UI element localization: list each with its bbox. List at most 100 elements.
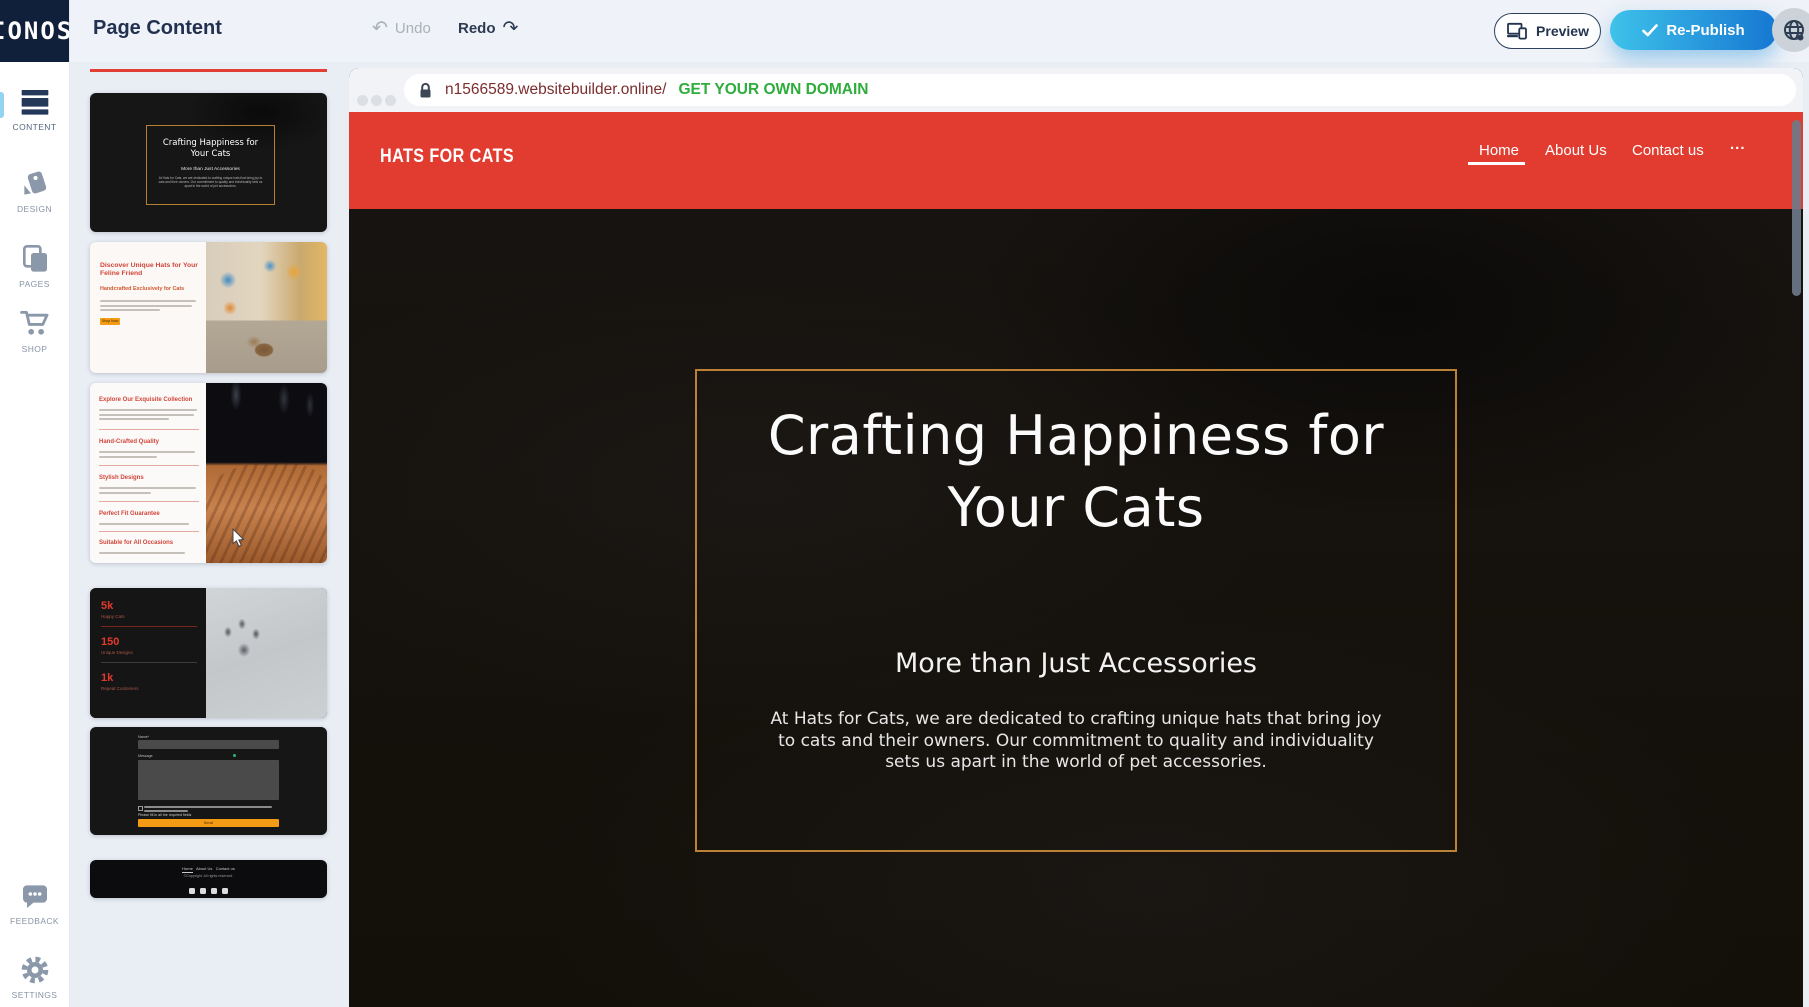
panel-title-underline [90,69,327,72]
globe-icon [1782,18,1806,42]
thumb-hero-heading: Crafting Happiness forYour Cats [147,138,274,160]
globe-language-button[interactable] [1772,8,1809,52]
instagram-icon [222,888,228,894]
emoji-icon [233,754,236,757]
ionos-logo[interactable]: IONOS [0,0,69,62]
undo-icon: ↶ [372,19,388,38]
thumbnail-intro-section[interactable]: Discover Unique Hats for Your Feline Fri… [90,242,327,373]
site-preview: n1566589.websitebuilder.online/ GET YOUR… [349,68,1803,1007]
address-bar[interactable]: n1566589.websitebuilder.online/ GET YOUR… [404,74,1796,106]
thumb-footer-links: Home About Us Contact us [90,866,327,871]
get-domain-link[interactable]: GET YOUR OWN DOMAIN [678,81,868,99]
site-url: n1566589.websitebuilder.online/ [445,81,666,99]
thumb-footer-social-icons [90,881,327,898]
sidebar-item-label: SHOP [22,344,48,354]
redo-icon: ↷ [503,19,519,38]
thumb-feature-heading: Hand-Crafted Quality [99,439,201,447]
hero-subtitle: More than Just Accessories [697,648,1455,679]
text-placeholder [99,523,199,528]
thumb-stat-value: 150 [101,636,119,648]
sidebar-item-content[interactable]: CONTENT [0,86,69,132]
nav-home-underline [1468,162,1525,165]
redo-button[interactable]: Redo ↷ [458,19,518,38]
nav-about-us[interactable]: About Us [1545,142,1607,159]
thumb-form-name-label: Name* [138,735,149,739]
thumb-stat-value: 1k [101,672,113,684]
design-icon [19,168,51,200]
pages-icon [19,243,51,275]
thumb-form-checkbox [138,806,143,811]
redo-label: Redo [458,20,496,37]
thumb-features-photo [206,383,327,563]
thumb-feature-heading: Explore Our Exquisite Collection [99,397,201,405]
preview-label: Preview [1536,23,1589,39]
thumbnail-footer-section[interactable]: Home About Us Contact us ©Copyright. All… [90,860,327,898]
thumbnail-hero-section[interactable]: Crafting Happiness forYour Cats More tha… [90,93,327,232]
app-root: IONOS CONTENT DESIGN [0,0,1809,1007]
thumb-hero-paragraph: At Hats for Cats, we are dedicated to cr… [157,176,264,189]
thumb-form-message-input [138,760,279,800]
facebook-icon [189,888,195,894]
undo-button[interactable]: ↶ Undo [372,19,431,38]
thumb-feature-heading: Suitable for All Occasions [99,540,201,548]
thumb-stat-value: 5k [101,600,113,612]
thumb-form-name-input [138,740,279,749]
sidebar-item-label: SETTINGS [12,990,58,1000]
sidebar-item-design[interactable]: DESIGN [0,168,69,214]
ionos-logo-text: IONOS [0,17,69,45]
browser-chrome: n1566589.websitebuilder.online/ GET YOUR… [349,68,1803,112]
settings-gear-icon [19,954,51,986]
text-placeholder [100,300,198,314]
thumbnail-contact-section[interactable]: Name* Message Please fill in all the req… [90,727,327,835]
preview-scrollbar[interactable] [1792,120,1801,296]
sidebar-item-pages[interactable]: PAGES [0,243,69,289]
republish-label: Re-Publish [1666,22,1744,39]
text-placeholder [99,552,199,557]
sidebar-item-label: FEEDBACK [10,916,59,926]
thumb-shop-now-button: Shop Now [100,318,120,325]
sidebar-item-settings[interactable]: SETTINGS [0,954,69,1000]
linkedin-icon [211,888,217,894]
sidebar-item-label: CONTENT [13,122,57,132]
window-dot [385,95,396,106]
check-icon [1642,24,1658,37]
site-hero-section: Crafting Happiness forYour Cats More tha… [349,209,1803,1007]
thumb-intro-heading: Discover Unique Hats for Your Feline Fri… [100,262,200,279]
sidebar-item-feedback[interactable]: FEEDBACK [0,880,69,926]
feedback-icon [19,880,51,912]
content-icon [19,86,51,118]
shop-cart-icon [18,306,52,340]
nav-contact-us[interactable]: Contact us [1632,142,1704,159]
thumb-feature-heading: Perfect Fit Guarantee [99,511,201,519]
thumb-hero-subtitle: More than Just Accessories [147,167,274,172]
thumb-intro-subheading: Handcrafted Exclusively for Cats [100,286,200,292]
thumb-stat-label: Repeat Customers [101,686,139,691]
text-placeholder [99,451,199,460]
sidebar-rail: IONOS CONTENT DESIGN [0,0,70,1007]
republish-button[interactable]: Re-Publish [1610,10,1777,50]
thumbnail-features-section[interactable]: Explore Our Exquisite Collection Hand-Cr… [90,383,327,563]
site-header: HATS FOR CATS Home About Us Contact us .… [349,112,1803,209]
nav-home[interactable]: Home [1479,142,1519,159]
sidebar-item-shop[interactable]: SHOP [0,306,69,354]
text-placeholder [99,487,199,496]
thumb-feature-heading: Stylish Designs [99,475,201,483]
thumb-stat-label: Unique Designs [101,650,133,655]
thumb-form-message-label: Message [138,754,153,758]
hero-content-box[interactable]: Crafting Happiness forYour Cats More tha… [695,369,1457,852]
thumbnail-stats-section[interactable]: 5k Happy Cats 150 Unique Designs 1k Repe… [90,588,327,718]
nav-more-ellipsis[interactable]: ... [1730,136,1746,153]
thumb-footer-copyright: ©Copyright. All rights reserved. [90,874,327,878]
lock-icon [418,82,433,99]
thumb-intro-photo [206,242,327,373]
sidebar-item-label: PAGES [19,279,50,289]
hero-paragraph: At Hats for Cats, we are dedicated to cr… [764,709,1388,774]
active-section-indicator [0,92,4,118]
hero-heading: Crafting Happiness forYour Cats [697,400,1455,544]
window-dot [371,95,382,106]
site-logo[interactable]: HATS FOR CATS [380,146,514,168]
undo-label: Undo [395,20,431,37]
thumb-stats-photo [206,588,327,718]
devices-icon [1506,22,1528,40]
preview-button[interactable]: Preview [1494,13,1601,49]
